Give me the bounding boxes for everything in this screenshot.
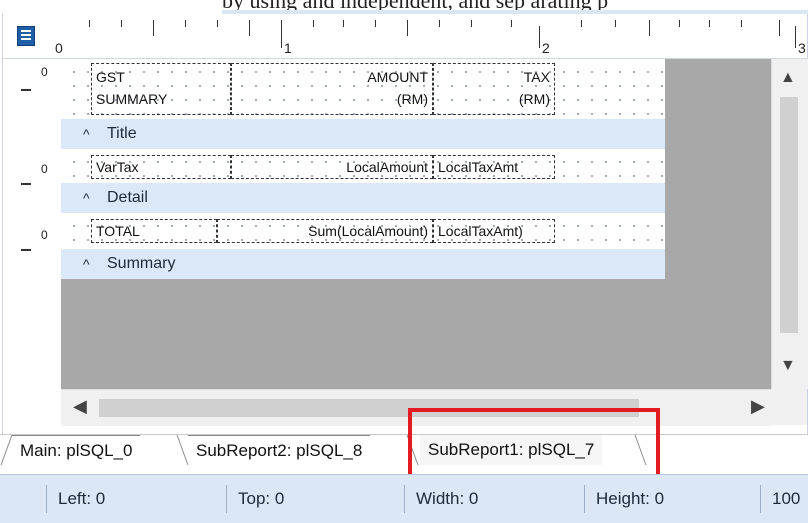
scrollbar-corner — [771, 389, 807, 425]
localamount-field[interactable]: LocalAmount — [231, 155, 433, 179]
summary-localtaxamt-field[interactable]: LocalTaxAmt) — [433, 219, 555, 243]
report-designer: 0 1 2 3 0 0 0 GST SUMMARY AMOUNT (RM) TA… — [2, 14, 808, 434]
caret-up-icon[interactable]: ^ — [83, 249, 90, 279]
ruler-label-3: 3 — [798, 40, 806, 56]
report-tabs: Main: plSQL_0 SubReport2: plSQL_8 SubRep… — [0, 434, 808, 475]
detail-band-row-number: 0 — [41, 162, 48, 176]
status-height: Height: 0 — [596, 489, 665, 508]
ruler-label-0: 0 — [55, 40, 63, 56]
title-band-row-number: 0 — [41, 65, 48, 79]
summary-band-row-number: 0 — [41, 228, 48, 242]
summary-band-area[interactable]: TOTAL Sum(LocalAmount) LocalTaxAmt) — [61, 213, 665, 249]
status-left: Left: 0 — [58, 489, 106, 508]
horizontal-ruler: 0 1 2 3 — [3, 14, 807, 59]
highlight-box — [408, 408, 660, 484]
report-canvas: GST SUMMARY AMOUNT (RM) TAX (RM) ^ Title… — [61, 59, 771, 389]
tax-rm-label[interactable]: TAX (RM) — [433, 63, 555, 115]
vertical-ruler: 0 0 0 — [3, 59, 61, 389]
total-label[interactable]: TOTAL — [91, 219, 217, 243]
top-caption-strip: by using and independent, and sep aratin… — [0, 0, 808, 14]
sum-localamount-field[interactable]: Sum(LocalAmount) — [217, 219, 433, 243]
title-band-label: Title — [107, 125, 137, 142]
ruler-label-2: 2 — [542, 40, 550, 56]
summary-band-header[interactable]: ^ Summary — [61, 249, 665, 279]
caret-up-icon[interactable]: ^ — [83, 183, 90, 213]
status-width: Width: 0 — [416, 489, 479, 508]
amount-rm-label[interactable]: AMOUNT (RM) — [231, 63, 433, 115]
status-top: Top: 0 — [238, 489, 285, 508]
ruler-label-1: 1 — [284, 40, 292, 56]
status-zoom: 100 — [772, 489, 801, 508]
scroll-down-icon[interactable]: ▼ — [780, 357, 796, 375]
scroll-up-icon[interactable]: ▲ — [780, 69, 796, 87]
detail-band-area[interactable]: VarTax LocalAmount LocalTaxAmt — [61, 149, 665, 183]
tab-main[interactable]: Main: plSQL_0 — [12, 435, 141, 466]
title-band-header[interactable]: ^ Title — [61, 119, 665, 149]
vertical-scroll-thumb[interactable] — [780, 97, 798, 333]
vartax-field[interactable]: VarTax — [91, 155, 231, 179]
gst-summary-label[interactable]: GST SUMMARY — [91, 63, 231, 115]
detail-band-label: Detail — [107, 189, 148, 206]
vertical-scrollbar[interactable]: ▲ ▼ — [771, 59, 808, 389]
localtaxamt-field[interactable]: LocalTaxAmt — [433, 155, 555, 179]
tab-subreport2[interactable]: SubReport2: plSQL_8 — [188, 435, 371, 466]
title-band-area[interactable]: GST SUMMARY AMOUNT (RM) TAX (RM) — [61, 59, 665, 119]
report-tree-icon[interactable] — [17, 26, 35, 46]
scroll-left-icon[interactable]: ◀ — [73, 396, 87, 417]
status-bar: Left: 0 Top: 0 Width: 0 Height: 0 100 — [0, 474, 808, 523]
summary-band-label: Summary — [107, 255, 176, 272]
caret-up-icon[interactable]: ^ — [83, 119, 90, 149]
scroll-right-icon[interactable]: ▶ — [751, 396, 765, 417]
detail-band-header[interactable]: ^ Detail — [61, 183, 665, 213]
